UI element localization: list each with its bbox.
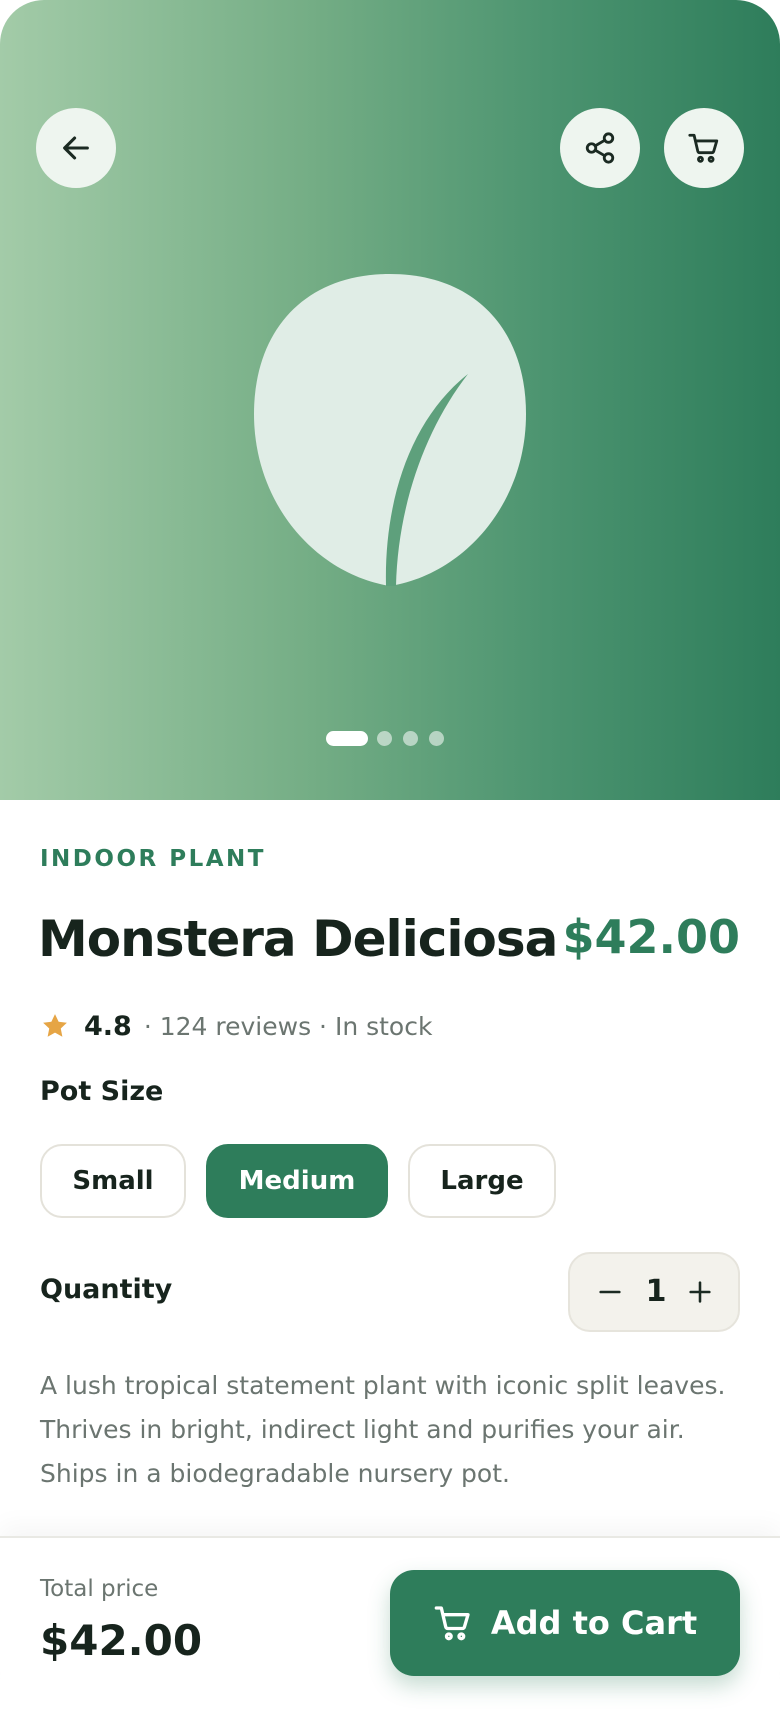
add-to-cart-button[interactable]: Add to Cart [390,1570,740,1676]
product-detail-screen: INDOOR PLANT Monstera Deliciosa $42.00 4… [0,0,780,1714]
product-category: INDOOR PLANT [40,846,266,872]
minus-icon [599,1290,621,1294]
total-price-label: Total price [40,1576,159,1602]
quantity-label: Quantity [40,1274,173,1305]
product-price: $42.00 [562,910,740,964]
total-price-value: $42.00 [40,1616,203,1665]
product-name: Monstera Deliciosa [38,910,558,968]
product-description: A lush tropical statement plant with ico… [40,1371,726,1488]
cart-button[interactable] [664,108,744,188]
quantity-value: 1 [645,1274,667,1309]
star-icon [43,1014,67,1037]
arrow-left-icon [63,136,89,160]
size-option-medium-selected[interactable]: Medium [206,1144,388,1218]
pagination-dot[interactable] [403,731,418,746]
rating-value: 4.8 [84,1010,132,1042]
add-to-cart-label: Add to Cart [490,1604,698,1642]
product-hero [0,0,780,800]
share-icon [585,132,615,164]
share-button[interactable] [560,108,640,188]
size-option-small[interactable]: Small [40,1144,186,1218]
cart-icon [688,133,719,163]
increment-button[interactable] [680,1272,720,1312]
pagination-dot[interactable] [377,731,392,746]
cart-icon [434,1606,470,1641]
image-pagination [0,730,780,748]
pagination-dot[interactable] [429,731,444,746]
back-button[interactable] [36,108,116,188]
plus-icon [689,1281,711,1303]
size-option-large[interactable]: Large [408,1144,556,1218]
rating-row: 4.8 · 124 reviews · In stock [40,1006,432,1046]
pot-size-label: Pot Size [40,1076,164,1107]
checkout-bar: Total price $42.00 Add to Cart [0,1536,780,1714]
leaf-icon [254,274,526,586]
decrement-button[interactable] [590,1272,630,1312]
quantity-stepper: 1 [568,1252,740,1332]
rating-meta: · 124 reviews · In stock [143,1011,433,1041]
pagination-dot-active[interactable] [326,731,368,746]
